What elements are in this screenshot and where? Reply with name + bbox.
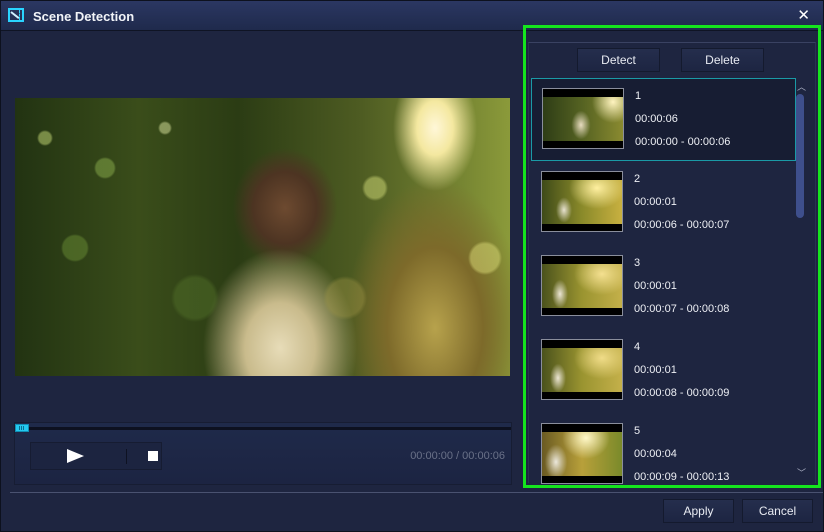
scene-list-item[interactable]: 4 00:00:01 00:00:08 - 00:00:09 [531, 330, 796, 413]
scene-list-panel: Detect Delete 1 00:00:06 00:00:00 - 00:00:… [523, 25, 821, 488]
scene-time-range: 00:00:09 - 00:00:13 [634, 471, 730, 483]
scene-thumbnail [542, 88, 624, 149]
scene-list: 1 00:00:06 00:00:00 - 00:00:06 2 00:00:01 00:… [531, 78, 797, 486]
stop-button[interactable] [127, 443, 161, 469]
scene-thumbnail [541, 339, 623, 400]
scene-thumbnail [541, 171, 623, 232]
scene-list-item[interactable]: 2 00:00:01 00:00:06 - 00:00:07 [531, 162, 796, 245]
scene-thumbnail-image [542, 432, 622, 476]
seek-handle[interactable] [15, 424, 29, 432]
scene-duration: 00:00:01 [634, 196, 677, 208]
scene-thumbnail [541, 423, 623, 484]
scene-thumbnail-image [543, 97, 623, 141]
player-controls: 00:00:00 / 00:00:06 [14, 422, 512, 485]
scene-number: 1 [635, 90, 642, 102]
scene-list-item[interactable]: 5 00:00:04 00:00:09 - 00:00:13 [531, 414, 796, 486]
scene-detection-icon [8, 8, 24, 22]
time-readout: 00:00:00 / 00:00:06 [410, 450, 505, 462]
scene-list-item[interactable]: 1 00:00:06 00:00:00 - 00:00:06 [531, 78, 796, 161]
playback-button-group [30, 442, 162, 470]
scene-duration: 00:00:01 [634, 280, 677, 292]
delete-button[interactable]: Delete [681, 48, 764, 72]
scene-time-range: 00:00:00 - 00:00:06 [635, 136, 731, 148]
scene-thumbnail [541, 255, 623, 316]
scrollbar-thumb[interactable] [796, 94, 804, 218]
scroll-up-icon[interactable]: ︿ [797, 80, 806, 93]
scene-thumbnail-image [542, 348, 622, 392]
scene-number: 5 [634, 425, 641, 437]
play-button[interactable] [31, 443, 126, 469]
cancel-button[interactable]: Cancel [742, 499, 813, 523]
dialog-title: Scene Detection [33, 9, 135, 24]
scene-duration: 00:00:04 [634, 448, 677, 460]
video-preview [15, 98, 510, 376]
scene-time-range: 00:00:07 - 00:00:08 [634, 303, 730, 315]
scene-thumbnail-image [542, 180, 622, 224]
video-frame-image [15, 98, 510, 376]
scene-number: 4 [634, 341, 641, 353]
scene-duration: 00:00:01 [634, 364, 677, 376]
stop-icon [148, 451, 158, 461]
scene-list-item[interactable]: 3 00:00:01 00:00:07 - 00:00:08 [531, 246, 796, 329]
detect-button[interactable]: Detect [577, 48, 660, 72]
play-icon [67, 449, 84, 463]
seek-bar[interactable] [15, 427, 511, 430]
apply-button[interactable]: Apply [663, 499, 734, 523]
scene-number: 2 [634, 173, 641, 185]
scene-detection-dialog: Scene Detection ✕ 00:00:00 / 00:00:06 De… [0, 0, 824, 532]
footer-divider [10, 492, 823, 493]
scene-time-range: 00:00:06 - 00:00:07 [634, 219, 730, 231]
close-button[interactable]: ✕ [797, 8, 810, 24]
scene-duration: 00:00:06 [635, 113, 678, 125]
scene-number: 3 [634, 257, 641, 269]
scroll-down-icon[interactable]: ﹀ [797, 466, 806, 479]
scene-time-range: 00:00:08 - 00:00:09 [634, 387, 730, 399]
scene-thumbnail-image [542, 264, 622, 308]
